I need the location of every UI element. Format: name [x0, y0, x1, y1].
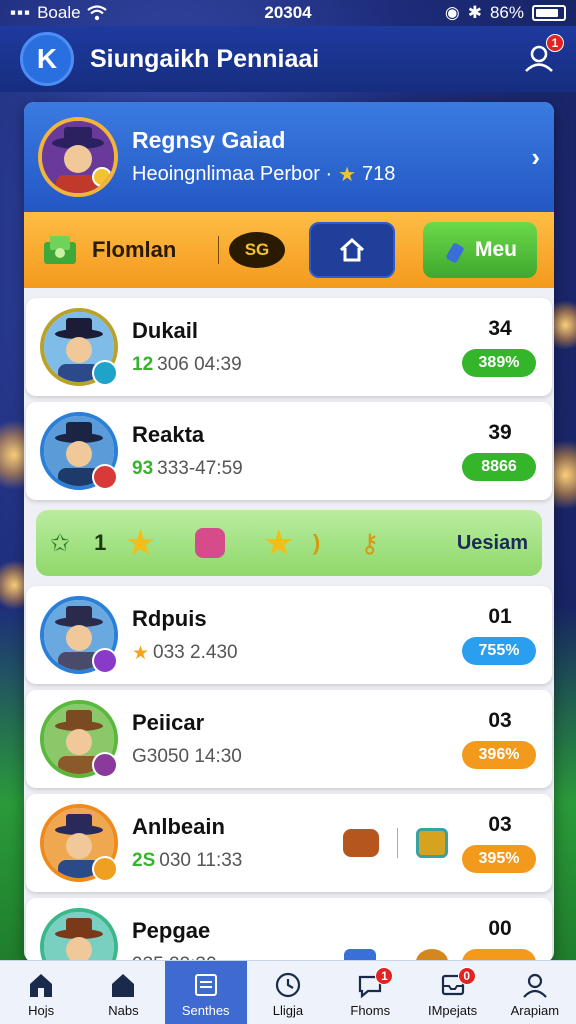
battery-icon: [532, 5, 566, 21]
player-name: Anlbeain: [132, 814, 225, 839]
row-score: 03: [488, 813, 512, 836]
player-name: Rdpuis: [132, 605, 207, 631]
notification-badge: 1: [546, 34, 564, 52]
notifications-button[interactable]: 1: [522, 34, 564, 76]
player-name: Pepgae: [132, 918, 211, 943]
home-icon: [30, 974, 53, 997]
row-prefix: 12: [132, 354, 154, 375]
status-bar: ▪▪▪ Boale 20304 ◉ ✱ 86%: [0, 0, 576, 26]
rewards-label: Uesiam: [456, 531, 528, 554]
avatar: [40, 596, 118, 674]
nav-league[interactable]: Lligja: [247, 961, 329, 1024]
app-logo[interactable]: K: [20, 32, 74, 86]
rewards-count: 1: [94, 530, 107, 555]
row-prefix: 93: [132, 458, 154, 479]
nav-impacts[interactable]: IMpejats 0: [411, 961, 493, 1024]
monster-icon: [194, 528, 225, 558]
status-badge: 8866: [462, 453, 536, 481]
list-icon: [194, 974, 217, 996]
row-prefix: 2S: [132, 850, 156, 871]
nav-profile[interactable]: Arapiam: [494, 961, 576, 1024]
status-badge: 396%: [462, 741, 536, 769]
nav-search[interactable]: Senthes: [164, 961, 247, 1024]
status-badge: 389%: [462, 349, 536, 377]
player-name: Peiicar: [132, 710, 205, 735]
profile-card[interactable]: Regnsy Gaiad Heoingnlimaa Perbor · ★ 718…: [24, 102, 554, 212]
action-bar: Flomlan SG Meu: [24, 212, 554, 288]
profile-avatar: [38, 117, 118, 197]
clock: 20304: [264, 3, 312, 22]
row-score: 00: [488, 917, 512, 940]
home-button[interactable]: [309, 222, 395, 278]
mini-game-icon[interactable]: SG: [229, 232, 285, 268]
clock-icon: [275, 972, 301, 998]
list-item[interactable]: Pepgae 935 22:30 00: [26, 898, 552, 962]
trophy-icon: ✩: [50, 529, 71, 557]
nav-badge: 1: [375, 967, 394, 985]
row-meta: 306 04:39: [157, 354, 242, 375]
key-icon: ⚷: [360, 527, 380, 558]
list-item[interactable]: Anlbeain 2S 030 11:33 03 395%: [26, 794, 552, 892]
avatar: [40, 700, 118, 778]
status-badge: 395%: [462, 845, 536, 873]
star-icon: ★: [132, 642, 150, 664]
profile-score: 718: [362, 163, 396, 185]
avatar: [40, 804, 118, 882]
chest-icon: [343, 829, 379, 857]
bottle-icon: [446, 243, 464, 263]
list-item[interactable]: Peiicar G3050 14:30 03 396%: [26, 690, 552, 788]
nav-home[interactable]: Hojs: [0, 961, 82, 1024]
row-score: 39: [488, 421, 512, 444]
list-item[interactable]: Rdpuis ★ 033 2.430 01 755%: [26, 586, 552, 684]
row-score: 01: [488, 605, 512, 628]
star-icon: ★: [124, 522, 157, 563]
row-meta: G3050 14:30: [132, 746, 242, 767]
row-score: 34: [488, 317, 512, 340]
player-name: Reakta: [132, 422, 205, 447]
player-name: Dukail: [132, 318, 199, 343]
status-badge: 755%: [462, 637, 536, 665]
cash-icon: [44, 236, 76, 264]
nav-forums[interactable]: Fhoms 1: [329, 961, 411, 1024]
row-score: 03: [488, 709, 512, 732]
star-icon: ★: [338, 164, 357, 186]
profile-subtitle: Heoingnlimaa Perbor ·: [132, 163, 333, 185]
nav-badge: 0: [457, 967, 476, 985]
page-title: Siungaikh Penniaai: [90, 44, 320, 73]
avatar: [40, 908, 118, 962]
house-icon: [112, 974, 135, 997]
menu-button[interactable]: Meu: [423, 222, 537, 278]
treasure-icon: [416, 828, 448, 858]
row-meta: 030 11:33: [159, 850, 243, 871]
list-item[interactable]: Dukail 12 306 04:39 34 389%: [26, 298, 552, 396]
person-icon: [523, 973, 547, 998]
balance-label: Flomlan: [92, 237, 177, 262]
main-panel: Regnsy Gaiad Heoingnlimaa Perbor · ★ 718…: [24, 102, 554, 962]
star-icon: ★: [262, 522, 295, 563]
nav-news[interactable]: Nabs: [82, 961, 164, 1024]
coin-icon: ): [312, 530, 321, 555]
avatar: [40, 308, 118, 386]
avatar: [40, 412, 118, 490]
row-meta: 033 2.430: [153, 642, 238, 663]
list-item[interactable]: Reakta 93 333-47:59 39 8866: [26, 402, 552, 500]
profile-name: Regnsy Gaiad: [132, 127, 286, 153]
rewards-bar[interactable]: ✩ 1 ★ ★ ) ⚷ Uesiam: [36, 510, 542, 576]
chevron-right-icon: ›: [531, 141, 540, 172]
bottom-nav: Hojs Nabs Senthes Lligja Fhoms 1 IMpejat…: [0, 960, 576, 1024]
app-header: K Siungaikh Penniaai 1: [0, 26, 576, 92]
row-meta: 333-47:59: [157, 458, 243, 479]
home-icon: [339, 237, 365, 262]
